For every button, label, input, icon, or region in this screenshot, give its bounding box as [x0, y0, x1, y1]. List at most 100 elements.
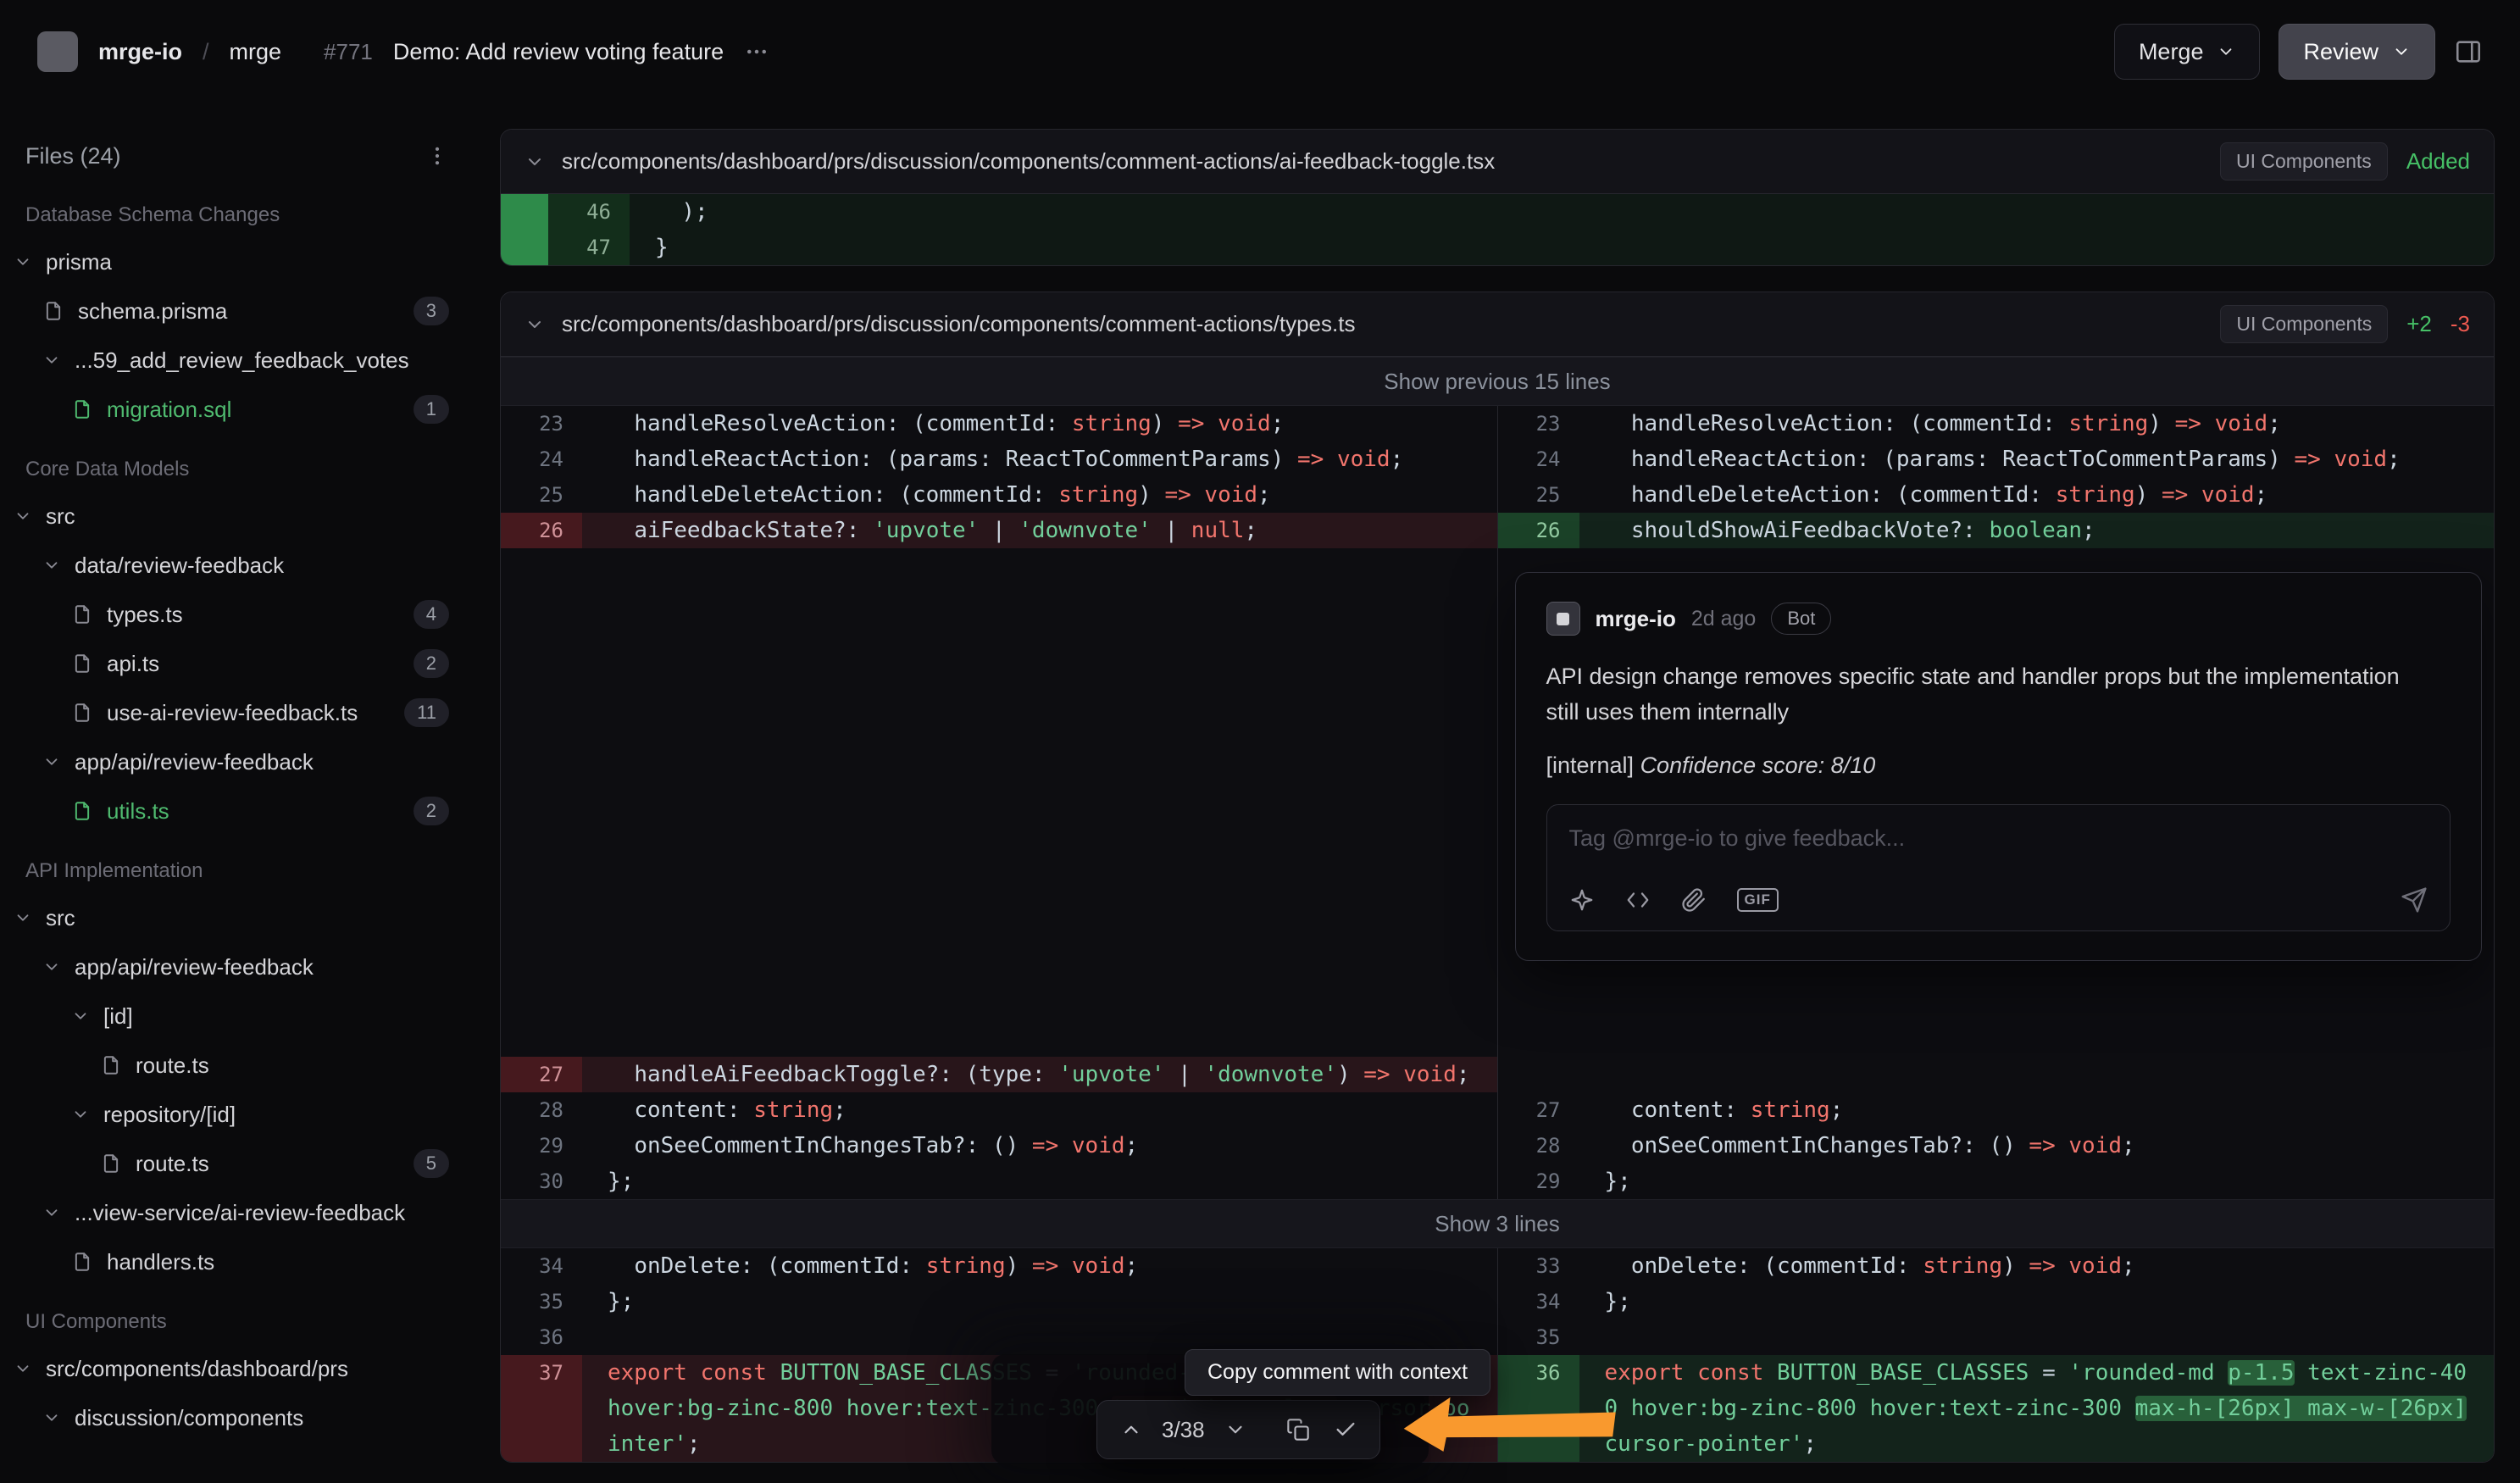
more-actions-icon[interactable] [744, 39, 769, 64]
file-item-migration-sql[interactable]: migration.sql1 [0, 385, 475, 434]
change-count-badge: 3 [414, 297, 449, 325]
line-number: 23 [1498, 406, 1579, 442]
code-line: }; [1579, 1164, 2495, 1199]
attach-file-button[interactable] [1681, 887, 1707, 913]
file-card-types: src/components/dashboard/prs/discussion/… [500, 292, 2495, 1463]
tree-item-label: route.ts [136, 1151, 400, 1177]
diff-hunk: 27 handleAiFeedbackToggle?: (type: 'upvo… [501, 1057, 2494, 1199]
code-line: export const BUTTON_BASE_CLASSES = 'roun… [1579, 1355, 2495, 1462]
next-comment-button[interactable] [1215, 1409, 1256, 1450]
line-number: 33 [1498, 1248, 1579, 1284]
line-number [1498, 1057, 1579, 1092]
file-item-types-ts[interactable]: types.ts 4 [0, 590, 475, 639]
folder-item-src-components-dashboard-prs[interactable]: src/components/dashboard/prs [0, 1344, 475, 1393]
file-item-use-ai-review-feedback-ts[interactable]: use-ai-review-feedback.ts11 [0, 688, 475, 737]
folder-item-repository-id[interactable]: repository/[id] [0, 1090, 475, 1139]
files-more-options-icon[interactable] [425, 144, 449, 168]
folder-item-src[interactable]: src [0, 893, 475, 942]
file-status-added: Added [2406, 148, 2470, 175]
code-icon [1625, 887, 1651, 913]
resolve-comment-button[interactable] [1325, 1409, 1366, 1450]
breadcrumb-org[interactable]: mrge-io [98, 39, 182, 65]
code-line: content: string; [1579, 1092, 2495, 1128]
prev-comment-button[interactable] [1111, 1409, 1152, 1450]
diff-row: 24 handleReactAction: (params: ReactToCo… [501, 442, 2494, 477]
bot-avatar [1546, 602, 1580, 636]
line-number: 29 [501, 1128, 582, 1164]
gif-button[interactable]: GIF [1737, 888, 1779, 912]
file-item-utils-ts[interactable]: utils.ts2 [0, 786, 475, 836]
tree-item-label: app/api/review-feedback [75, 749, 449, 775]
app-logo[interactable] [37, 31, 78, 72]
expand-lines-button[interactable]: Show 3 lines [501, 1199, 2494, 1248]
tree-item-label: types.ts [107, 602, 400, 628]
topbar: mrge-io / mrge #771 Demo: Add review vot… [0, 0, 2520, 103]
copy-tooltip: Copy comment with context [1185, 1349, 1490, 1396]
code-line: handleDeleteAction: (commentId: string) … [1579, 477, 2495, 513]
comment-input[interactable] [1547, 805, 2451, 873]
toggle-panel-icon[interactable] [2454, 37, 2483, 66]
check-icon [1334, 1418, 1357, 1441]
tree-item-label: src [46, 905, 449, 931]
send-comment-button[interactable] [2401, 886, 2428, 914]
inline-comment-row: mrge-io 2d ago Bot API design change rem… [501, 548, 2494, 1057]
folder-item-app-api-review-feedback[interactable]: app/api/review-feedback [0, 737, 475, 786]
breadcrumb-separator: / [203, 39, 209, 65]
breadcrumb-repo[interactable]: mrge [230, 39, 282, 65]
line-number: 25 [501, 477, 582, 513]
code-line [582, 548, 1497, 1057]
line-number: 23 [501, 406, 582, 442]
ai-suggest-button[interactable] [1569, 887, 1595, 913]
expand-previous-lines-button[interactable]: Show previous 15 lines [501, 357, 2494, 406]
code-line: } [630, 230, 2494, 265]
folder-item-src[interactable]: src [0, 492, 475, 541]
copy-comment-button[interactable] [1278, 1409, 1318, 1450]
file-header[interactable]: src/components/dashboard/prs/discussion/… [501, 292, 2494, 357]
code-line: onSeeCommentInChangesTab?: () => void; [1579, 1128, 2495, 1164]
diff-row: 27 handleAiFeedbackToggle?: (type: 'upvo… [501, 1057, 2494, 1092]
file-tag-badge: UI Components [2220, 142, 2388, 181]
code-line: onDelete: (commentId: string) => void; [1579, 1248, 2495, 1284]
line-number: 28 [501, 1092, 582, 1128]
merge-button-label: Merge [2139, 39, 2204, 65]
folder-item-59-add-review-feedback-votes[interactable]: ...59_add_review_feedback_votes [0, 336, 475, 385]
send-icon [2401, 886, 2428, 914]
folder-item-prisma[interactable]: prisma [0, 237, 475, 286]
file-item-schema-prisma[interactable]: schema.prisma 3 [0, 286, 475, 336]
file-icon [71, 1251, 93, 1273]
tree-item-label: utils.ts [107, 798, 400, 825]
folder-item-discussion-components[interactable]: discussion/components [0, 1393, 475, 1442]
tree-item-label: repository/[id] [103, 1102, 449, 1128]
chevron-down-icon [2217, 42, 2235, 61]
chevron-down-icon [14, 507, 32, 525]
comment-timestamp: 2d ago [1691, 607, 1756, 631]
tree-item-label: schema.prisma [78, 298, 400, 325]
change-count-badge: 4 [414, 600, 449, 629]
chevron-down-icon [42, 556, 61, 575]
folder-item-app-api-review-feedback[interactable]: app/api/review-feedback [0, 942, 475, 991]
code-snippet-button[interactable] [1625, 887, 1651, 913]
section-label: UI Components [0, 1286, 475, 1344]
folder-item-id[interactable]: [id] [0, 991, 475, 1041]
folder-item-data-review-feedback[interactable]: data/review-feedback [0, 541, 475, 590]
code-line [1579, 1057, 2495, 1092]
folder-item-view-service-ai-review-feedback[interactable]: ...view-service/ai-review-feedback [0, 1188, 475, 1237]
diff-row: 3635 [501, 1319, 2494, 1355]
comment-meta: [internal] Confidence score: 8/10 [1546, 753, 2451, 779]
change-count-badge: 5 [414, 1149, 449, 1178]
line-number: 29 [1498, 1164, 1579, 1199]
code-lines: 46 );47} [548, 194, 2494, 265]
section-label: Database Schema Changes [0, 180, 475, 237]
code-line: aiFeedbackState?: 'upvote' | 'downvote' … [582, 513, 1497, 548]
chevron-down-icon [71, 1007, 90, 1025]
review-button[interactable]: Review [2279, 24, 2435, 80]
diff-row: 28 content: string;27 content: string; [501, 1092, 2494, 1128]
file-item-route-ts[interactable]: route.ts [0, 1041, 475, 1090]
chevron-down-icon [71, 1105, 90, 1124]
file-item-route-ts[interactable]: route.ts 5 [0, 1139, 475, 1188]
file-item-api-ts[interactable]: api.ts2 [0, 639, 475, 688]
merge-button[interactable]: Merge [2114, 24, 2261, 80]
line-number: 27 [501, 1057, 582, 1092]
file-item-handlers-ts[interactable]: handlers.ts [0, 1237, 475, 1286]
file-header[interactable]: src/components/dashboard/prs/discussion/… [501, 130, 2494, 194]
